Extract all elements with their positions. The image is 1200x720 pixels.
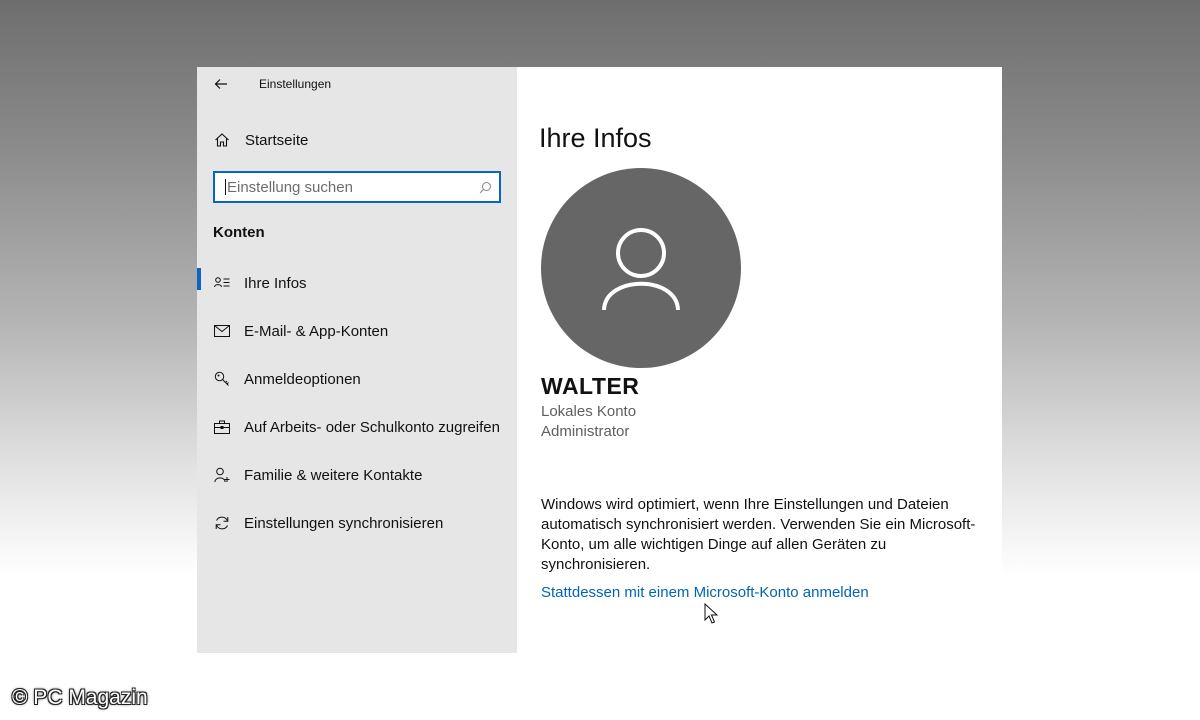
page-title: Ihre Infos [539,123,652,153]
account-role: Administrator [541,423,630,440]
back-arrow-icon [214,79,227,89]
watermark: © PC Magazin [12,686,148,709]
mouse-cursor-icon [704,603,718,624]
sidebar-item-label: Einstellungen synchronisieren [244,514,444,532]
mail-icon [197,325,244,337]
microsoft-account-signin-link[interactable]: Stattdessen mit einem Microsoft-Konto an… [541,584,869,601]
user-avatar-icon [602,228,680,311]
sidebar-item-label: E-Mail- & App-Konten [244,322,389,340]
sidebar-item-synchronisieren[interactable]: Einstellungen synchronisieren [197,499,517,547]
sidebar-item-label: Anmeldeoptionen [244,370,361,388]
sidebar-item-label: Familie & weitere Kontakte [244,466,423,484]
settings-window: Einstellungen Startseite Konten [197,67,1002,653]
sync-icon [197,515,244,531]
sidebar-item-label: Auf Arbeits- oder Schulkonto zugreifen [244,418,500,436]
home-icon [197,132,245,148]
sidebar-item-familie-kontakte[interactable]: Familie & weitere Kontakte [197,451,517,499]
section-title: Konten [213,224,265,241]
contact-info-icon [197,276,244,290]
search-box[interactable] [213,171,501,203]
sidebar-item-arbeits-schulkonto[interactable]: Auf Arbeits- oder Schulkonto zugreifen [197,403,517,451]
sidebar-item-email-app-konten[interactable]: E-Mail- & App-Konten [197,307,517,355]
account-type: Lokales Konto [541,403,637,420]
briefcase-icon [197,420,244,434]
add-person-icon [197,467,244,483]
sidebar-item-ihre-infos[interactable]: Ihre Infos [197,259,517,307]
back-button[interactable] [197,67,245,101]
search-icon[interactable] [471,181,499,194]
search-input[interactable] [226,173,471,201]
app-title: Einstellungen [259,77,332,91]
sync-info-text: Windows wird optimiert, wenn Ihre Einste… [541,496,976,573]
sidebar-item-anmeldeoptionen[interactable]: Anmeldeoptionen [197,355,517,403]
key-icon [197,371,244,387]
sidebar-item-label: Ihre Infos [244,274,307,292]
nav-home[interactable]: Startseite [197,123,517,157]
nav-list: Ihre Infos E-Mail- & App-Konten Anmeldeo… [197,259,517,547]
title-bar: Einstellungen [197,67,517,101]
user-name: WALTER [541,373,640,399]
nav-home-label: Startseite [245,131,309,149]
avatar [541,168,741,368]
sidebar: Einstellungen Startseite Konten [197,67,517,653]
main-content: Ihre Infos WALTER Lokales Konto Administ… [517,67,1002,653]
